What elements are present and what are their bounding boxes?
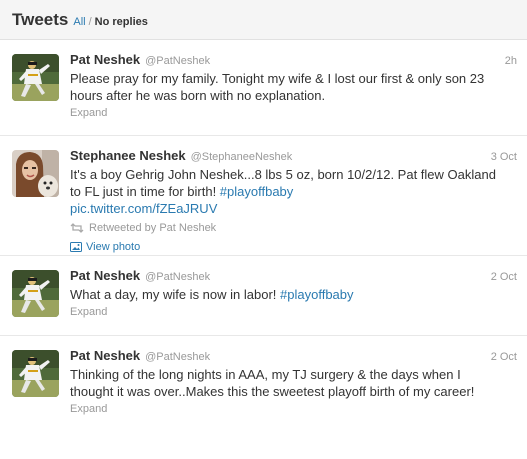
tweet-text: What a day, my wife is now in labor! #pl… [70, 286, 517, 303]
tweets-header: Tweets All / No replies [0, 0, 527, 40]
tweets-title: Tweets [12, 10, 69, 29]
tweet-item[interactable]: Pat Neshek @PatNeshek 2 Oct What a day, … [0, 256, 527, 336]
tweet-text: Please pray for my family. Tonight my wi… [70, 71, 485, 103]
tweet-timestamp[interactable]: 2h [505, 55, 517, 67]
tweet-photo-link[interactable]: pic.twitter.com/fZEaJRUV [70, 200, 517, 217]
tweet-text-body: What a day, my wife is now in labor! [70, 287, 281, 302]
tweet-timestamp[interactable]: 3 Oct [491, 151, 517, 163]
tweet-author-handle[interactable]: @PatNeshek [145, 271, 210, 283]
baseball-pitcher-avatar[interactable] [12, 270, 59, 317]
tweet-author-name[interactable]: Pat Neshek [70, 268, 140, 283]
tweet-expand-link[interactable]: Expand [70, 306, 517, 318]
tweet-author-handle[interactable]: @PatNeshek [145, 351, 210, 363]
tweet-text: It's a boy Gehrig John Neshek...8 lbs 5 … [70, 166, 517, 200]
tweet-author-name[interactable]: Pat Neshek [70, 348, 140, 363]
tweet-expand-link[interactable]: Expand [70, 107, 517, 119]
baseball-pitcher-avatar[interactable] [12, 350, 59, 397]
tweet-author-name[interactable]: Pat Neshek [70, 52, 140, 67]
retweeted-by-label: Retweeted by Pat Neshek [70, 220, 517, 235]
tweet-text: Thinking of the long nights in AAA, my T… [70, 367, 475, 399]
tweet-author-name[interactable]: Stephanee Neshek [70, 148, 186, 163]
tweet-timestamp[interactable]: 2 Oct [491, 351, 517, 363]
tweet-timestamp[interactable]: 2 Oct [491, 271, 517, 283]
view-photo-label[interactable]: View photo [86, 241, 140, 253]
tweet-item[interactable]: Pat Neshek @PatNeshek 2 Oct Thinking of … [0, 336, 527, 458]
retweeted-by-text: Retweeted by Pat Neshek [89, 221, 217, 234]
tweet-hashtag-link[interactable]: #playoffbaby [280, 287, 354, 302]
tweet-author-handle[interactable]: @StephaneeNeshek [191, 151, 293, 163]
baseball-pitcher-avatar[interactable] [12, 54, 59, 101]
view-photo-link[interactable]: View photo [70, 239, 517, 254]
tweet-author-handle[interactable]: @PatNeshek [145, 55, 210, 67]
filter-all-link[interactable]: All [73, 16, 85, 28]
filter-no-replies-link[interactable]: No replies [95, 16, 148, 28]
tweet-hashtag-link[interactable]: #playoffbaby [220, 184, 294, 199]
photo-icon [70, 241, 82, 252]
tweet-item[interactable]: Stephanee Neshek @StephaneeNeshek 3 Oct … [0, 136, 527, 256]
tweet-item[interactable]: Pat Neshek @PatNeshek 2h Please pray for… [0, 40, 527, 136]
tweet-expand-link[interactable]: Expand [70, 403, 517, 415]
retweet-icon [70, 222, 84, 233]
woman-with-dog-avatar[interactable] [12, 150, 59, 197]
tweets-panel: Tweets All / No replies Pat Neshek @PatN… [0, 0, 527, 459]
filter-separator: / [88, 16, 92, 28]
